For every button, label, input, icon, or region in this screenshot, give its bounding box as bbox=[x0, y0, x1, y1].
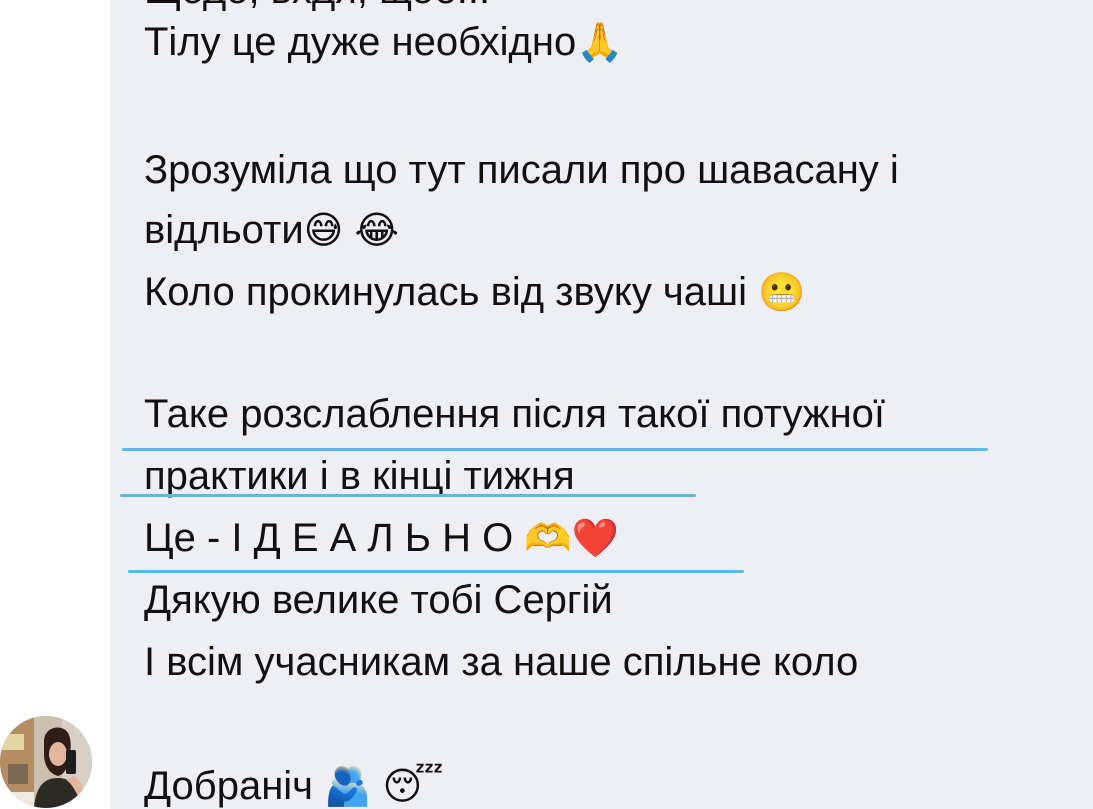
chat-screen: Щодо, вхдя, щоб... Тілу це дуже необхідн… bbox=[0, 0, 1093, 809]
highlight-underline-3 bbox=[128, 570, 744, 573]
message-text: відльоти bbox=[144, 208, 304, 252]
message-text: практики і в кінці тижня bbox=[144, 454, 575, 498]
message-line-2: Зрозуміла що тут писали про шавасану і bbox=[144, 140, 899, 200]
sweat-smile-icon: 😅 bbox=[303, 208, 344, 252]
message-line-3: відльоти😅 😂 bbox=[144, 200, 399, 260]
message-line-4: Коло прокинулась від звуку чаші 😬 bbox=[144, 262, 805, 322]
message-line-5: Таке розслаблення після такої потужної bbox=[144, 384, 885, 444]
red-heart-icon: ❤️ bbox=[571, 516, 620, 560]
message-text: Добраніч bbox=[144, 764, 314, 808]
highlight-underline-2 bbox=[120, 494, 696, 497]
message-line-9: І всім учасникам за наше спільне коло bbox=[144, 632, 858, 692]
message-text: Дякую велике тобі Сергій bbox=[144, 578, 613, 622]
sleeping-face-icon: 😴 bbox=[382, 764, 444, 808]
pray-icon: 🙏 bbox=[576, 20, 624, 64]
message-text: Тілу це дуже необхідно bbox=[144, 20, 577, 64]
heart-hands-icon: 🫶 bbox=[524, 516, 572, 560]
highlight-underline-1 bbox=[122, 448, 988, 451]
message-line-8: Дякую велике тобі Сергій bbox=[144, 570, 613, 630]
sender-avatar[interactable] bbox=[0, 716, 92, 808]
message-text: Коло прокинулась від звуку чаші bbox=[144, 270, 747, 314]
message-line-7: Це - І Д Е А Л Ь Н О 🫶❤️ bbox=[144, 508, 619, 568]
message-line-1: Тілу це дуже необхідно🙏 bbox=[144, 12, 624, 72]
message-line-6: практики і в кінці тижня bbox=[144, 446, 575, 506]
joy-icon: 😂 bbox=[354, 208, 399, 252]
people-hugging-icon: 🫂 bbox=[324, 764, 372, 808]
message-line-10: Добраніч 🫂 😴 bbox=[144, 756, 444, 809]
user-photo-avatar-icon bbox=[0, 716, 92, 808]
grimacing-icon: 😬 bbox=[758, 270, 806, 314]
message-text: Це - І Д Е А Л Ь Н О bbox=[144, 516, 514, 560]
message-text: І всім учасникам за наше спільне коло bbox=[144, 640, 859, 684]
message-text: Зрозуміла що тут писали про шавасану і bbox=[144, 148, 899, 192]
message-text: Таке розслаблення після такої потужної bbox=[144, 392, 886, 436]
